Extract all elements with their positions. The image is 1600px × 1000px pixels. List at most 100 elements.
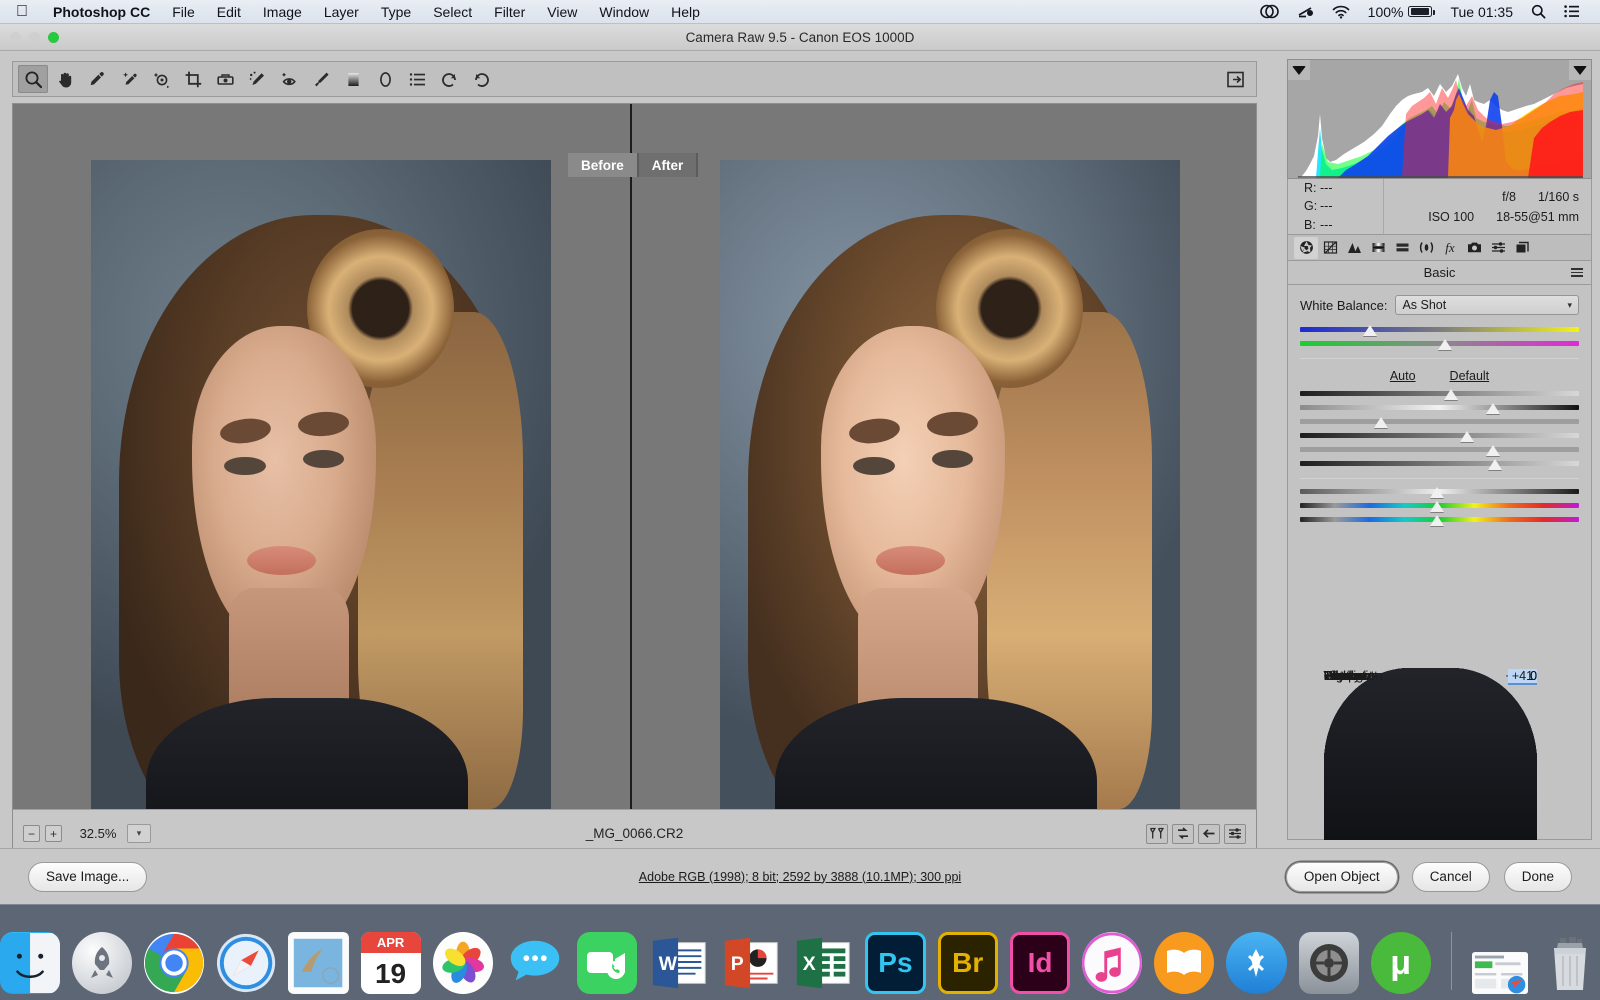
after-image-pane[interactable] bbox=[632, 104, 1256, 809]
spotlight-search-icon[interactable] bbox=[1522, 4, 1555, 19]
menu-item-view[interactable]: View bbox=[536, 4, 588, 20]
dock-item-adobe-photoshop[interactable]: Ps bbox=[865, 932, 925, 994]
before-after-view-icon[interactable] bbox=[1146, 824, 1168, 844]
slider-saturation[interactable]: Saturation 0 bbox=[1300, 517, 1579, 522]
slider-exposure[interactable]: Exposure +0.40 bbox=[1300, 391, 1579, 396]
save-image-button[interactable]: Save Image... bbox=[28, 862, 147, 892]
menu-item-file[interactable]: File bbox=[161, 4, 206, 20]
dock-item-app-store[interactable] bbox=[1226, 932, 1286, 994]
slider-track[interactable] bbox=[1300, 391, 1579, 396]
battery-icon[interactable] bbox=[1408, 6, 1441, 17]
slider-highlights[interactable]: Highlights -42 bbox=[1300, 419, 1579, 424]
dock-item-messages[interactable] bbox=[505, 932, 565, 994]
menu-item-help[interactable]: Help bbox=[660, 4, 711, 20]
slider-temperature[interactable]: Temperature 4750 bbox=[1300, 327, 1579, 332]
zoom-out-button[interactable]: − bbox=[23, 825, 40, 842]
dock-item-launchpad[interactable] bbox=[72, 932, 132, 994]
wifi-icon[interactable] bbox=[1323, 5, 1359, 19]
dock-item-microsoft-excel[interactable]: X bbox=[793, 932, 853, 994]
apple-logo-icon[interactable]:  bbox=[0, 4, 42, 20]
dock-item-adobe-bridge[interactable]: Br bbox=[938, 932, 998, 994]
dock-item-calendar[interactable]: APR 19 bbox=[361, 932, 421, 994]
slider-track[interactable] bbox=[1300, 433, 1579, 438]
slider-track[interactable] bbox=[1300, 341, 1579, 346]
dock-item-photos[interactable] bbox=[433, 932, 493, 994]
slider-track[interactable] bbox=[1300, 517, 1579, 522]
dock-item-microsoft-word[interactable]: W bbox=[649, 932, 709, 994]
slider-knob[interactable] bbox=[1486, 445, 1500, 456]
slider-knob[interactable] bbox=[1430, 487, 1444, 498]
open-preferences-tool[interactable] bbox=[402, 65, 432, 93]
slider-track[interactable] bbox=[1300, 405, 1579, 410]
zoom-level-value[interactable]: 32.5% bbox=[75, 826, 121, 841]
targeted-adjustment-tool[interactable] bbox=[146, 65, 176, 93]
dock-item-utorrent[interactable]: μ bbox=[1371, 932, 1431, 994]
menu-item-photoshop[interactable]: Photoshop CC bbox=[42, 4, 161, 20]
dock-item-google-chrome[interactable] bbox=[144, 932, 204, 994]
slider-knob[interactable] bbox=[1444, 389, 1458, 400]
dock-item-adobe-indesign[interactable]: Id bbox=[1010, 932, 1070, 994]
before-photo[interactable] bbox=[91, 160, 551, 850]
straighten-tool[interactable] bbox=[210, 65, 240, 93]
dock-trash-icon[interactable] bbox=[1540, 932, 1600, 994]
done-button[interactable]: Done bbox=[1504, 862, 1572, 892]
slider-vibrance[interactable]: Vibrance 0 bbox=[1300, 503, 1579, 508]
slider-knob[interactable] bbox=[1488, 459, 1502, 470]
slider-track[interactable] bbox=[1300, 447, 1579, 452]
creative-cloud-icon[interactable] bbox=[1251, 4, 1288, 19]
zoom-in-button[interactable]: + bbox=[45, 825, 62, 842]
slider-track[interactable] bbox=[1300, 461, 1579, 466]
dock-item-microsoft-powerpoint[interactable]: P bbox=[721, 932, 781, 994]
color-sampler-tool[interactable] bbox=[114, 65, 144, 93]
dock-item-system-preferences[interactable] bbox=[1299, 932, 1359, 994]
auto-link[interactable]: Auto bbox=[1390, 369, 1416, 383]
copy-settings-icon[interactable] bbox=[1198, 824, 1220, 844]
tab-snapshots[interactable] bbox=[1510, 237, 1534, 259]
radial-filter-tool[interactable] bbox=[370, 65, 400, 93]
tab-after[interactable]: After bbox=[639, 153, 699, 177]
toggle-fullscreen-icon[interactable] bbox=[1221, 65, 1251, 93]
dock-item-facetime[interactable] bbox=[577, 932, 637, 994]
menu-bar-clock[interactable]: Tue 01:35 bbox=[1441, 4, 1522, 20]
menu-item-edit[interactable]: Edit bbox=[206, 4, 252, 20]
slider-track[interactable] bbox=[1300, 503, 1579, 508]
tab-hsl-grayscale[interactable] bbox=[1366, 237, 1390, 259]
zoom-button[interactable] bbox=[48, 32, 59, 43]
tab-camera-calibration[interactable] bbox=[1462, 237, 1486, 259]
slider-track[interactable] bbox=[1300, 489, 1579, 494]
before-image-pane[interactable] bbox=[13, 104, 630, 809]
sync-icon[interactable] bbox=[1288, 4, 1323, 19]
zoom-tool[interactable] bbox=[18, 65, 48, 93]
slider-tint[interactable]: Tint +3 bbox=[1300, 341, 1579, 346]
tab-before[interactable]: Before bbox=[568, 153, 639, 177]
notification-center-icon[interactable] bbox=[1555, 5, 1588, 18]
menu-item-select[interactable]: Select bbox=[422, 4, 483, 20]
rotate-counterclockwise-tool[interactable] bbox=[434, 65, 464, 93]
open-object-button[interactable]: Open Object bbox=[1286, 862, 1398, 892]
slider-knob[interactable] bbox=[1486, 403, 1500, 414]
slider-blacks[interactable]: Blacks +41 bbox=[1300, 461, 1579, 466]
slider-knob[interactable] bbox=[1438, 339, 1452, 350]
slider-knob[interactable] bbox=[1374, 417, 1388, 428]
slider-track[interactable] bbox=[1300, 327, 1579, 332]
slider-contrast[interactable]: Contrast +38 bbox=[1300, 405, 1579, 410]
slider-track[interactable] bbox=[1300, 419, 1579, 424]
slider-value[interactable]: 0 bbox=[1530, 669, 1537, 683]
hand-tool[interactable] bbox=[50, 65, 80, 93]
slider-clarity[interactable]: Clarity 0 bbox=[1300, 489, 1579, 494]
tab-split-toning[interactable] bbox=[1390, 237, 1414, 259]
tab-tone-curve[interactable] bbox=[1318, 237, 1342, 259]
dock-item-ibooks[interactable] bbox=[1154, 932, 1214, 994]
slider-knob[interactable] bbox=[1430, 501, 1444, 512]
adjustment-brush-tool[interactable] bbox=[306, 65, 336, 93]
slider-knob[interactable] bbox=[1460, 431, 1474, 442]
slider-knob[interactable] bbox=[1430, 515, 1444, 526]
menu-item-filter[interactable]: Filter bbox=[483, 4, 536, 20]
close-button[interactable] bbox=[10, 32, 21, 43]
after-photo[interactable] bbox=[720, 160, 1180, 850]
tab-presets[interactable] bbox=[1486, 237, 1510, 259]
minimize-button[interactable] bbox=[29, 32, 40, 43]
tab-effects[interactable]: fx bbox=[1438, 237, 1462, 259]
menu-item-type[interactable]: Type bbox=[370, 4, 422, 20]
graduated-filter-tool[interactable] bbox=[338, 65, 368, 93]
